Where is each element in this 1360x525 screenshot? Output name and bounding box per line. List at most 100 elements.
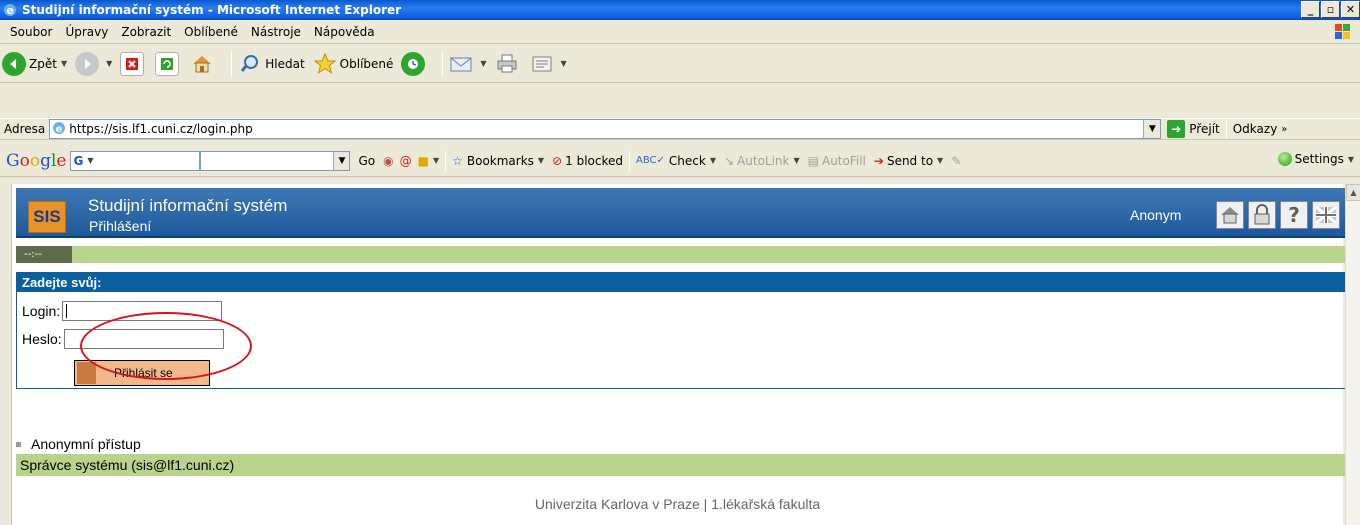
forward-arrow-icon (75, 51, 100, 76)
bookmark-star-icon: ☆ (452, 153, 463, 168)
autofill-icon: ▤ (807, 153, 819, 168)
address-label: Adresa (4, 122, 46, 136)
page-footer: Univerzita Karlova v Praze | 1.lékařská … (534, 496, 821, 512)
address-bar: Adresa e https://sis.lf1.cuni.cz/login.p… (0, 118, 1360, 140)
back-arrow-icon (2, 51, 26, 76)
edit-button[interactable]: ▼ (530, 52, 567, 76)
search-dropdown-button[interactable]: ▼ (333, 151, 350, 170)
close-window-button[interactable]: ✕ (1341, 1, 1360, 18)
highlight-annotation (80, 312, 252, 380)
settings-button[interactable]: Settings ▼ (1277, 152, 1354, 166)
print-button[interactable] (495, 52, 522, 76)
mail-button[interactable]: ▼ (449, 52, 487, 76)
edit-page-icon (530, 52, 554, 76)
home-icon[interactable] (1216, 201, 1244, 229)
chevron-down-icon: ▼ (480, 59, 487, 68)
menu-item-tools[interactable]: Nástroje (251, 25, 301, 39)
toolbar-extra-icons[interactable]: ◉ @ ■ ▼ (383, 154, 439, 168)
stop-icon (120, 51, 145, 76)
breadcrumb-bar: --:-- (16, 246, 1360, 263)
google-g-icon: G (73, 153, 84, 168)
window-title: Studijní informační systém - Microsoft I… (22, 3, 402, 17)
home-icon (190, 52, 214, 76)
admin-contact[interactable]: Správce systému (sis@lf1.cuni.cz) (16, 454, 1360, 476)
menu-item-edit[interactable]: Úpravy (65, 25, 108, 39)
stop-button[interactable] (120, 51, 147, 76)
go-arrow-icon: ➜ (1167, 120, 1186, 138)
address-dropdown-button[interactable]: ▼ (1143, 120, 1161, 138)
google-toolbar: Google G ▼ ▼ Go ◉ @ ■ ▼ ☆ Bookmarks ▼ ⊘ 1 b… (0, 145, 1360, 177)
history-button[interactable] (401, 51, 428, 76)
chevron-down-icon: ▼ (560, 59, 567, 68)
highlight-icon[interactable]: ✎ (951, 154, 961, 168)
chevron-down-icon: ▼ (87, 156, 94, 165)
chevron-down-icon: ▼ (432, 156, 440, 165)
chevron-down-icon: ▼ (106, 59, 113, 68)
svg-text:e: e (56, 124, 63, 135)
svg-text:e: e (7, 4, 14, 17)
links-button[interactable]: Odkazy (1233, 122, 1278, 136)
chevron-down-icon: ▼ (709, 156, 716, 165)
bookmarks-button[interactable]: ☆ Bookmarks ▼ (452, 154, 544, 168)
forward-button[interactable]: ▼ (75, 51, 113, 76)
menu-item-view[interactable]: Zobrazit (121, 25, 171, 39)
sis-logo: SIS (28, 201, 66, 233)
minimize-button[interactable]: _ (1301, 1, 1320, 18)
menu-item-help[interactable]: Nápověda (314, 25, 375, 39)
home-button[interactable] (190, 52, 217, 76)
google-logo: Google (6, 150, 67, 171)
page-content: SIS Studijní informační systém Přihlášen… (12, 184, 1360, 525)
standard-toolbar: Zpět ▼ ▼ Hledat Oblíbené ▼ ▼ (0, 45, 1360, 83)
address-input[interactable]: e https://sis.lf1.cuni.cz/login.php ▼ (49, 119, 1162, 139)
password-label: Heslo: (22, 331, 62, 347)
news-icon: ◉ (383, 153, 394, 168)
puzzle-icon: ■ (417, 153, 429, 168)
google-go-button[interactable]: Go (358, 154, 375, 168)
autolink-icon: ↘ (723, 153, 735, 168)
vertical-scrollbar[interactable]: ▲ (1345, 184, 1360, 525)
windows-flag-icon (1332, 22, 1354, 42)
address-url: https://sis.lf1.cuni.cz/login.php (69, 122, 253, 136)
star-icon (313, 52, 337, 76)
search-icon (238, 52, 262, 76)
mail-icon (449, 52, 473, 76)
back-button[interactable]: Zpět ▼ (2, 51, 67, 76)
login-label: Login: (22, 303, 61, 319)
go-button[interactable]: ➜ Přejít (1167, 120, 1220, 138)
menu-item-favorites[interactable]: Oblíbené (184, 25, 238, 39)
google-search-input[interactable]: ▼ (200, 150, 351, 171)
sendto-icon: ➔ (873, 153, 884, 168)
refresh-icon (155, 51, 180, 76)
login-form-header: Zadejte svůj: (17, 273, 1359, 292)
refresh-button[interactable] (155, 51, 182, 76)
spiral-icon: @ (399, 153, 412, 168)
google-menu-button[interactable]: G ▼ (70, 150, 201, 171)
chevron-down-icon: ▼ (537, 156, 545, 165)
help-icon[interactable]: ? (1280, 201, 1308, 229)
menu-bar: Soubor Úpravy Zobrazit Oblíbené Nástroje… (0, 20, 1360, 44)
status-ok-icon (1277, 152, 1292, 166)
favorites-button[interactable]: Oblíbené (313, 52, 393, 76)
search-button[interactable]: Hledat (238, 52, 305, 76)
autofill-button[interactable]: ▤ AutoFill (808, 154, 866, 168)
autolink-button[interactable]: ↘ AutoLink ▼ (724, 154, 800, 168)
popup-blocker-button[interactable]: ⊘ 1 blocked (552, 154, 623, 168)
spellcheck-icon: ABC✓ (636, 155, 665, 166)
menu-item-file[interactable]: Soubor (10, 25, 52, 39)
scroll-up-button[interactable]: ▲ (1346, 184, 1360, 201)
anonymous-access-link[interactable]: Anonymní přístup (16, 436, 141, 452)
english-flag-icon[interactable] (1312, 201, 1340, 229)
maximize-button[interactable]: ▫ (1321, 1, 1340, 18)
spellcheck-button[interactable]: ABC✓ Check ▼ (636, 154, 716, 168)
chevron-down-icon: ▼ (937, 156, 944, 165)
chevron-down-icon: ▼ (793, 156, 800, 165)
chevron-right-icon: » (1281, 123, 1288, 135)
breadcrumb: --:-- (16, 246, 72, 263)
ie-icon: e (2, 2, 18, 18)
lock-icon[interactable] (1248, 201, 1276, 229)
chevron-down-icon: ▼ (1347, 154, 1354, 164)
printer-icon (495, 52, 519, 76)
history-icon (401, 51, 426, 76)
sendto-button[interactable]: ➔ Send to ▼ (874, 154, 943, 168)
page-icon: e (52, 121, 66, 138)
